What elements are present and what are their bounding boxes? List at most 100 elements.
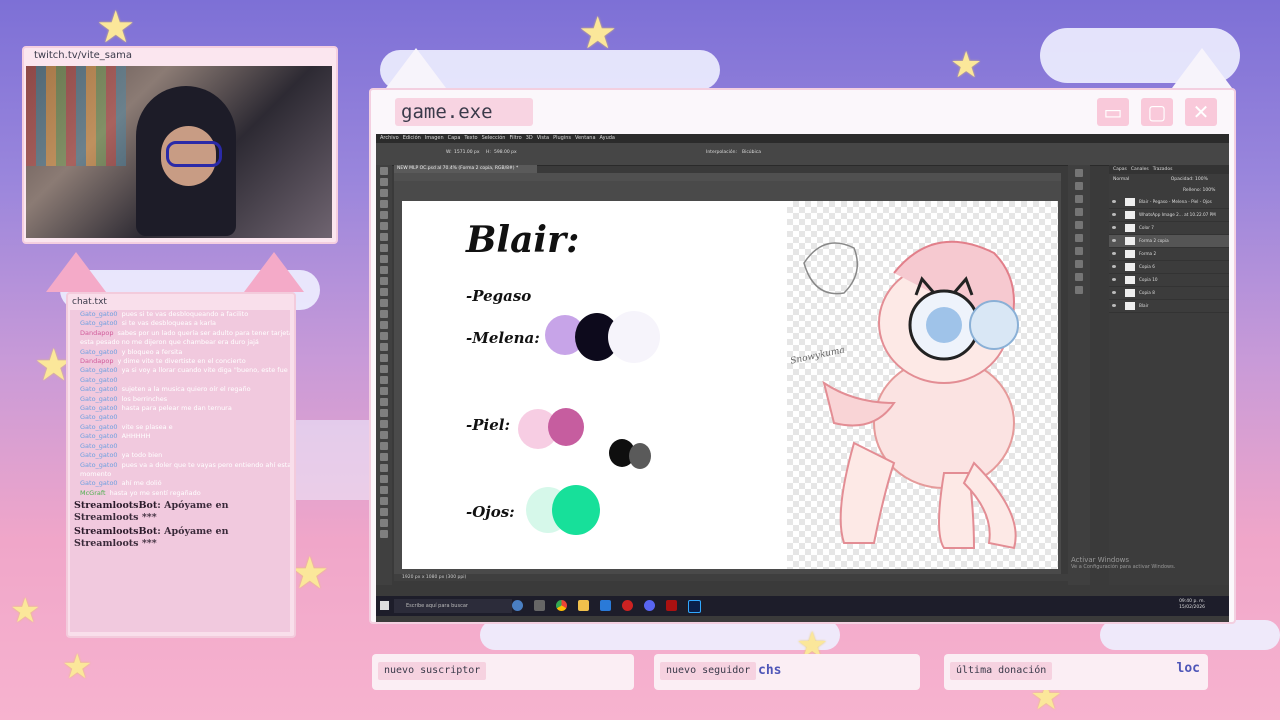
tool-icon[interactable] [380, 266, 388, 274]
chat-username[interactable]: Gato_gato0 [80, 310, 118, 318]
tool-icon[interactable] [380, 244, 388, 252]
chat-username[interactable]: Gato_gato0 [80, 319, 118, 327]
folder-icon[interactable] [578, 600, 589, 611]
menu-item[interactable]: Capa [448, 135, 461, 141]
discord-icon[interactable] [644, 600, 655, 611]
chat-username[interactable]: Gato_gato0 [80, 479, 118, 487]
panel-tab[interactable]: Trazados [1153, 167, 1173, 172]
menu-item[interactable]: Edición [403, 135, 421, 141]
opacity-field[interactable]: Opacidad: 100% [1171, 177, 1208, 182]
chat-username[interactable]: Gato_gato0 [80, 376, 118, 384]
tool-icon[interactable] [380, 343, 388, 351]
tool-icon[interactable] [380, 277, 388, 285]
visibility-eye-icon[interactable] [1112, 239, 1116, 242]
paragraph-icon[interactable] [1075, 260, 1083, 268]
menu-item[interactable]: Archivo [380, 135, 399, 141]
menu-item[interactable]: Plugins [553, 135, 571, 141]
chat-username[interactable]: Dandapop [80, 357, 113, 365]
chat-username[interactable]: Gato_gato0 [80, 404, 118, 412]
menu-item[interactable]: Filtro [509, 135, 521, 141]
visibility-eye-icon[interactable] [1112, 265, 1116, 268]
tool-icon[interactable] [380, 420, 388, 428]
windows-start-icon[interactable] [380, 601, 389, 610]
maximize-button[interactable]: ▢ [1141, 98, 1173, 126]
minimize-button[interactable]: ▭ [1097, 98, 1129, 126]
tool-icon[interactable] [380, 398, 388, 406]
interpolation-value[interactable]: Bicúbica [742, 150, 761, 155]
tool-icon[interactable] [380, 332, 388, 340]
visibility-eye-icon[interactable] [1112, 304, 1116, 307]
chat-messages[interactable]: Gato_gato0 pues si te vas desbloqueando a… [70, 310, 290, 632]
tool-icon[interactable] [380, 211, 388, 219]
layer-row[interactable]: Color 7 [1109, 222, 1229, 235]
menu-item[interactable]: Ayuda [600, 135, 615, 141]
tools-icon[interactable] [1075, 273, 1083, 281]
tool-icon[interactable] [380, 519, 388, 527]
fill-field[interactable]: Relleno: 100% [1183, 188, 1215, 193]
chat-username[interactable]: Gato_gato0 [80, 348, 118, 356]
visibility-eye-icon[interactable] [1112, 200, 1116, 203]
bot-name[interactable]: StreamlootsBot [74, 526, 157, 537]
layer-row[interactable]: Copia 10 [1109, 274, 1229, 287]
canvas[interactable]: Blair: -Pegaso -Melena: -Piel: -Ojos: Sn… [402, 201, 1058, 569]
tool-icon[interactable] [380, 255, 388, 263]
color-icon[interactable] [1075, 182, 1083, 190]
visibility-eye-icon[interactable] [1112, 213, 1116, 216]
layer-row[interactable]: Forma 2 [1109, 248, 1229, 261]
tool-icon[interactable] [380, 167, 388, 175]
bot-name[interactable]: StreamlootsBot [74, 500, 157, 511]
blend-mode-select[interactable]: Normal [1113, 177, 1129, 182]
layer-row[interactable]: Copia 8 [1109, 287, 1229, 300]
chat-username[interactable]: Gato_gato0 [80, 413, 118, 421]
chat-username[interactable]: Gato_gato0 [80, 423, 118, 431]
adjustments-icon[interactable] [1075, 221, 1083, 229]
visibility-eye-icon[interactable] [1112, 278, 1116, 281]
tool-icon[interactable] [380, 299, 388, 307]
taskview-icon[interactable] [534, 600, 545, 611]
tool-icon[interactable] [380, 233, 388, 241]
chat-username[interactable]: Dandapop [80, 329, 113, 337]
clock[interactable]: 09:40 p. m. 15/02/2026 [1179, 599, 1205, 611]
properties-icon[interactable] [1075, 234, 1083, 242]
layer-row[interactable]: Blair - Pegaso - Melena - Piel - Ojos [1109, 196, 1229, 209]
chat-username[interactable]: Gato_gato0 [80, 385, 118, 393]
option-h-value[interactable]: 598.00 px [494, 150, 517, 155]
swatches-icon[interactable] [1075, 195, 1083, 203]
tool-icon[interactable] [380, 497, 388, 505]
tool-icon[interactable] [380, 530, 388, 538]
layer-row[interactable]: WhatsApp Image 2... at 10.22.07 PM [1109, 209, 1229, 222]
obs-icon[interactable] [622, 600, 633, 611]
menu-item[interactable]: Vista [537, 135, 549, 141]
tool-icon[interactable] [380, 431, 388, 439]
close-button[interactable]: ✕ [1185, 98, 1217, 126]
chat-username[interactable]: Gato_gato0 [80, 395, 118, 403]
layers-icon[interactable] [1075, 286, 1083, 294]
tool-icon[interactable] [380, 200, 388, 208]
visibility-eye-icon[interactable] [1112, 252, 1116, 255]
menu-item[interactable]: Ventana [575, 135, 596, 141]
tool-icon[interactable] [380, 354, 388, 362]
layer-row[interactable]: Forma 2 copia [1109, 235, 1229, 248]
tool-icon[interactable] [380, 464, 388, 472]
tool-icon[interactable] [380, 475, 388, 483]
tool-icon[interactable] [380, 365, 388, 373]
menu-item[interactable]: Selección [482, 135, 506, 141]
panel-tab[interactable]: Capas [1113, 167, 1127, 172]
panel-tab[interactable]: Canales [1131, 167, 1149, 172]
character-icon[interactable] [1075, 247, 1083, 255]
chat-username[interactable]: Gato_gato0 [80, 451, 118, 459]
tool-icon[interactable] [380, 178, 388, 186]
chat-username[interactable]: Gato_gato0 [80, 366, 118, 374]
tool-icon[interactable] [380, 189, 388, 197]
chat-username[interactable]: Gato_gato0 [80, 442, 118, 450]
brush-icon[interactable] [1075, 208, 1083, 216]
tool-icon[interactable] [380, 453, 388, 461]
chat-username[interactable]: Gato_gato0 [80, 461, 118, 469]
menu-item[interactable]: 3D [526, 135, 533, 141]
tool-icon[interactable] [380, 376, 388, 384]
photoshop-icon[interactable] [688, 600, 701, 613]
taskbar-search[interactable]: Escribe aquí para buscar [394, 599, 512, 613]
tool-icon[interactable] [380, 387, 388, 395]
tool-icon[interactable] [380, 409, 388, 417]
canvas-area[interactable]: Blair: -Pegaso -Melena: -Piel: -Ojos: Sn… [394, 181, 1061, 574]
